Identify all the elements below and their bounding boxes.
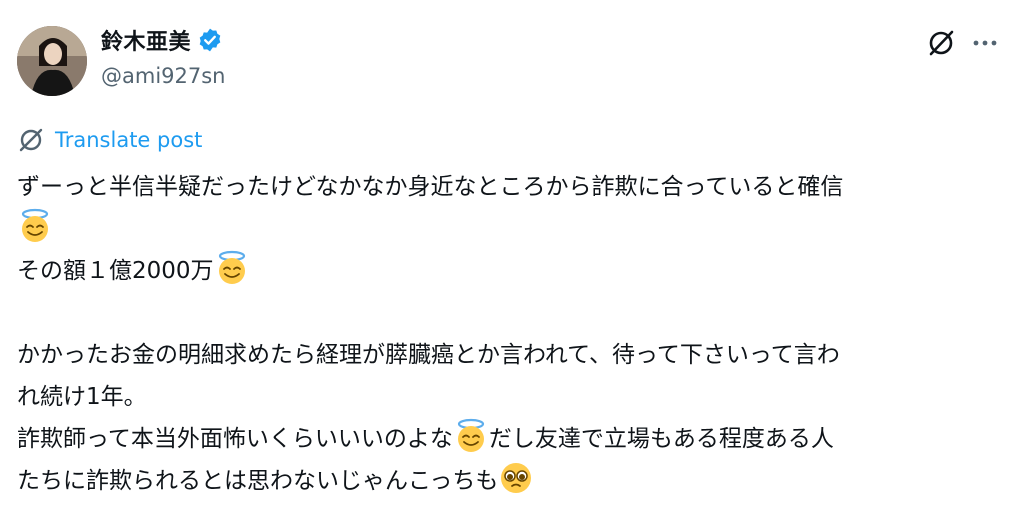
translate-post-label: Translate post — [55, 128, 203, 152]
post-line-3: かかったお金の明細求めたら経理が膵臓癌とか言われて、待って下さいって言わ — [17, 342, 840, 368]
post-body: ずーっと半信半疑だったけどなかなか身近なところから詐欺に合っていると確信 その額… — [17, 166, 1007, 502]
display-name[interactable]: 鈴木亜美 — [101, 24, 191, 56]
halo-emoji-icon — [457, 418, 484, 452]
halo-emoji-icon — [21, 208, 49, 242]
verified-badge-icon — [199, 28, 221, 52]
post-line-1: ずーっと半信半疑だったけどなかなか身近なところから詐欺に合っていると確信 — [17, 174, 844, 200]
post-line-4: れ続け1年。 — [17, 384, 147, 410]
translate-icon — [19, 128, 43, 152]
post-line-5a: 詐欺師って本当外面怖いくらいいいのよな — [17, 426, 453, 452]
grok-icon[interactable] — [926, 28, 956, 58]
halo-emoji-icon — [218, 250, 245, 284]
user-handle[interactable]: @ami927sn — [101, 64, 226, 88]
avatar[interactable] — [17, 26, 87, 96]
translate-post-link[interactable]: Translate post — [17, 126, 202, 154]
post-line-6: たちに詐欺られるとは思わないじゃんこっちも — [17, 468, 499, 494]
pleading-face-emoji-icon — [501, 463, 532, 493]
post-line-5b: だし友達で立場もある程度ある人 — [488, 426, 834, 452]
more-icon[interactable] — [968, 30, 1002, 56]
post-line-2: その額１億2000万 — [17, 258, 214, 284]
